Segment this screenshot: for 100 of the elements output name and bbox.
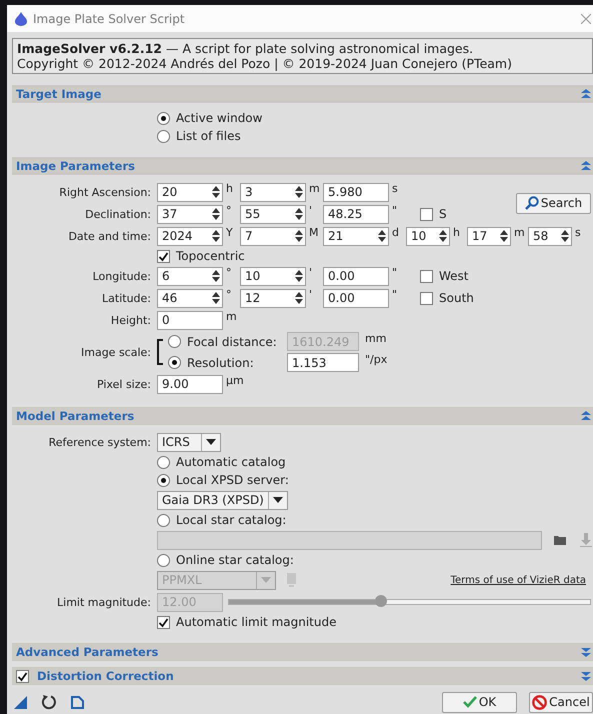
checkbox-option[interactable]: Topocentric: [157, 249, 245, 263]
expand-icon[interactable]: [581, 647, 591, 657]
document-icon[interactable]: [71, 696, 84, 708]
checkbox[interactable]: [420, 208, 433, 220]
unit-label: M: [308, 226, 320, 239]
spin-box[interactable]: 46: [157, 288, 223, 308]
field-label: Pixel size:: [96, 378, 152, 390]
checkbox[interactable]: [16, 670, 29, 682]
checkbox[interactable]: [420, 270, 433, 282]
folder-icon[interactable]: [554, 535, 566, 545]
radio-option[interactable]: Local XPSD server:: [157, 473, 289, 487]
spin-box[interactable]: 7: [240, 226, 306, 246]
radio-button[interactable]: [157, 130, 170, 142]
close-icon[interactable]: [581, 14, 591, 24]
stepper-icon[interactable]: [295, 269, 303, 283]
checkbox-option[interactable]: S: [420, 207, 447, 221]
radio-option[interactable]: Local star catalog:: [157, 513, 286, 527]
radio-option[interactable]: Resolution:: [168, 356, 287, 370]
text-field[interactable]: 9.00: [157, 374, 223, 394]
stepper-icon[interactable]: [295, 229, 303, 243]
expand-icon[interactable]: [581, 671, 591, 681]
spin-box[interactable]: 58: [528, 226, 572, 246]
checkbox[interactable]: [157, 250, 170, 262]
radio-button[interactable]: [157, 474, 170, 486]
stepper-icon[interactable]: [295, 291, 303, 305]
spin-box[interactable]: 2024: [157, 226, 223, 246]
collapse-icon[interactable]: [581, 411, 591, 421]
stepper-icon[interactable]: [295, 185, 303, 199]
spin-box[interactable]: 55: [240, 204, 306, 224]
stepper-icon[interactable]: [212, 269, 220, 283]
unit-label: ": [391, 266, 398, 279]
info-text: ImageSolver v6.2.12 — A script for plate solving astronomical images.: [17, 41, 474, 56]
unit-label: °: [225, 288, 232, 301]
spin-box[interactable]: 10: [406, 226, 450, 246]
search-button[interactable]: Search: [516, 192, 591, 214]
spin-box[interactable]: 12: [240, 288, 306, 308]
unit-label: s: [574, 226, 582, 239]
unit-label: s: [391, 182, 399, 195]
spin-box[interactable]: 6: [157, 266, 223, 286]
triangle-icon[interactable]: [14, 696, 27, 708]
text-field[interactable]: 1.153: [287, 353, 359, 372]
ok-button[interactable]: OK: [442, 692, 517, 712]
search-icon: [524, 196, 539, 210]
dropdown[interactable]: Gaia DR3 (XPSD): [157, 490, 288, 510]
text-field[interactable]: 5.980: [323, 182, 389, 202]
spin-box[interactable]: 21: [323, 226, 389, 246]
unit-label: "/px: [364, 353, 388, 366]
spin-box[interactable]: 10: [240, 266, 306, 286]
checkbox[interactable]: [157, 616, 170, 628]
checkbox[interactable]: [420, 292, 433, 304]
spin-box[interactable]: 20: [157, 182, 223, 202]
unit-label: °: [225, 266, 232, 279]
stepper-icon[interactable]: [561, 229, 569, 243]
field-label: Date and time:: [67, 230, 152, 242]
spin-box[interactable]: 37: [157, 204, 223, 224]
unit-label: ': [308, 204, 314, 217]
unit-label: d: [391, 226, 400, 239]
unit-label: ': [308, 288, 314, 301]
checkbox-option[interactable]: Automatic limit magnitude: [157, 615, 336, 629]
radio-option[interactable]: Online star catalog:: [157, 553, 294, 567]
text-field[interactable]: 0.00: [323, 288, 389, 308]
field-label: Reference system:: [48, 436, 152, 448]
dropdown[interactable]: ICRS: [157, 432, 221, 452]
field-label: Declination:: [84, 208, 152, 220]
cancel-button[interactable]: Cancel: [529, 692, 593, 712]
field-label: Longitude:: [92, 270, 152, 282]
spin-box[interactable]: 3: [240, 182, 306, 202]
stepper-icon[interactable]: [378, 229, 386, 243]
spin-box[interactable]: 17: [467, 226, 511, 246]
collapse-icon[interactable]: [581, 89, 591, 99]
radio-button[interactable]: [157, 112, 170, 124]
radio-button[interactable]: [157, 456, 170, 468]
info-text: Copyright © 2012-2024 Andrés del Pozo | © 2019-2024 Juan Conejero (PTeam): [17, 56, 513, 71]
stepper-icon[interactable]: [212, 185, 220, 199]
checkbox-option[interactable]: West: [420, 269, 469, 283]
text-field[interactable]: 0.00: [323, 266, 389, 286]
checkbox-option[interactable]: South: [420, 291, 474, 305]
radio-option[interactable]: Automatic catalog: [157, 455, 286, 469]
radio-button[interactable]: [168, 356, 181, 369]
app-icon: [15, 12, 27, 26]
stepper-icon[interactable]: [500, 229, 508, 243]
bracket-icon: [157, 339, 163, 365]
text-field[interactable]: 48.25: [323, 204, 389, 224]
stepper-icon[interactable]: [212, 229, 220, 243]
text-field[interactable]: 0: [157, 310, 223, 330]
field-label: Right Ascension:: [58, 186, 152, 198]
unit-label: m: [513, 226, 526, 239]
stepper-icon[interactable]: [439, 229, 447, 243]
unit-label: m: [225, 310, 238, 323]
stepper-icon[interactable]: [295, 207, 303, 221]
radio-option[interactable]: List of files: [157, 129, 241, 143]
radio-button[interactable]: [157, 554, 170, 566]
stepper-icon[interactable]: [212, 291, 220, 305]
unit-label: m: [308, 182, 321, 195]
radio-option[interactable]: Active window: [157, 111, 262, 125]
unit-label: mm: [364, 332, 386, 345]
radio-button[interactable]: [157, 514, 170, 526]
reset-icon[interactable]: [41, 694, 57, 710]
stepper-icon[interactable]: [212, 207, 220, 221]
collapse-icon[interactable]: [581, 161, 591, 171]
